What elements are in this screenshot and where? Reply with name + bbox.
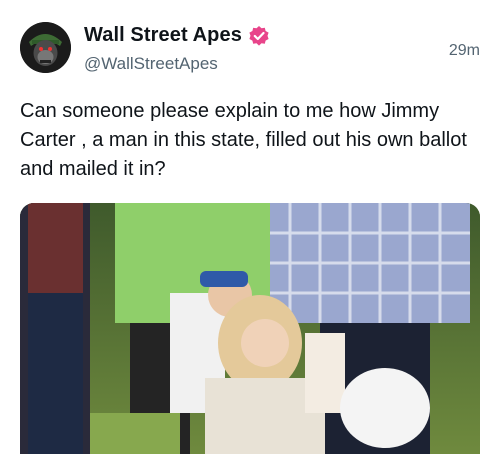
tweet-media-image[interactable] xyxy=(20,203,480,454)
verified-badge-icon xyxy=(248,25,270,47)
tweet-text: Can someone please explain to me how Jim… xyxy=(20,100,467,180)
tweet-timestamp[interactable]: 29m xyxy=(449,42,480,60)
author-handle[interactable]: @WallStreetApes xyxy=(84,54,270,74)
gorilla-avatar-icon xyxy=(20,22,71,73)
tweet-header: Wall Street Apes @WallStreetApes 29m xyxy=(20,22,480,82)
author-display-name[interactable]: Wall Street Apes xyxy=(84,24,242,47)
author-avatar[interactable] xyxy=(20,22,71,73)
video-frame-image xyxy=(20,203,480,454)
